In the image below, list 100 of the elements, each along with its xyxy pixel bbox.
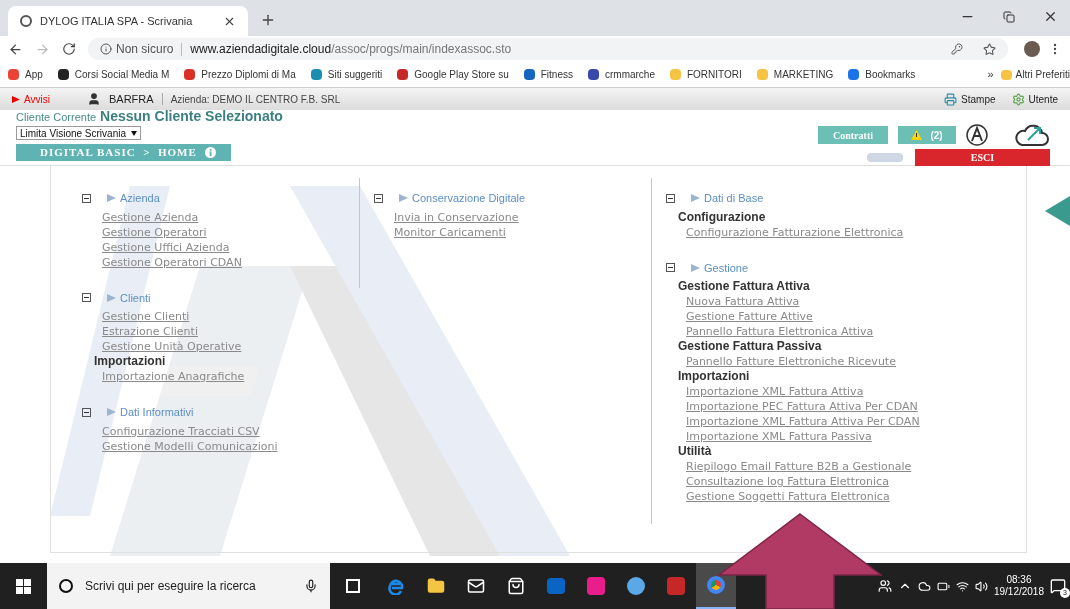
collapse-icon[interactable]: [666, 193, 675, 203]
close-icon[interactable]: [1043, 9, 1058, 24]
menu-link[interactable]: Importazione Anagrafiche: [102, 369, 245, 384]
contracts-button[interactable]: Contratti: [818, 126, 888, 144]
menu-link[interactable]: Nuova Fattura Attiva: [686, 294, 800, 309]
browser-icon: [707, 576, 725, 594]
menu-link[interactable]: Pannello Fattura Elettronica Attiva: [686, 324, 874, 339]
menu-link[interactable]: Gestione Azienda: [102, 209, 199, 225]
url-text: www.aziendadigitale.cloud/assoc/progs/main/indexassoc.sto: [190, 41, 512, 58]
section-title[interactable]: Dati Informativi: [120, 404, 194, 421]
more-bookmarks[interactable]: »: [987, 66, 994, 83]
clock[interactable]: 08:36 19/12/2018: [993, 574, 1044, 598]
user-menu-link[interactable]: Utente: [1028, 91, 1058, 107]
menu-link[interactable]: Monitor Caricamenti: [394, 224, 506, 240]
notifications-icon[interactable]: [1050, 578, 1066, 594]
bookmark[interactable]: Altri Preferiti: [1015, 67, 1070, 82]
alert-arrow-icon: [12, 95, 20, 103]
menu-link[interactable]: Gestione Operatori CDAN: [102, 254, 242, 270]
exit-button[interactable]: ESCI: [915, 149, 1050, 166]
dropdown-icon: [131, 130, 137, 136]
task-view-icon[interactable]: [346, 579, 360, 593]
bookmark[interactable]: Google Play Store su: [414, 67, 509, 82]
collapse-icon[interactable]: [82, 193, 91, 203]
menu-link[interactable]: Riepilogo Email Fatture B2B a Gestionale: [686, 459, 912, 474]
section-title[interactable]: Clienti: [120, 289, 151, 306]
triangle-icon: [107, 293, 116, 302]
section-title[interactable]: Dati di Base: [704, 190, 764, 207]
reload-icon[interactable]: [62, 42, 76, 56]
microphone-icon[interactable]: [304, 579, 318, 593]
triangle-icon: [107, 194, 116, 203]
bookmark[interactable]: Corsi Social Media M: [74, 67, 170, 82]
menu-link[interactable]: Configurazione Fatturazione Elettronica: [686, 224, 904, 240]
info-icon: [100, 43, 112, 55]
bookmark[interactable]: Bookmarks: [865, 67, 916, 82]
collapse-icon[interactable]: [666, 263, 675, 273]
bookmark[interactable]: Fitness: [540, 67, 573, 82]
print-link[interactable]: Stampe: [961, 91, 996, 107]
address-bar[interactable]: Non sicuro www.aziendadigitale.cloud/assoc/progs/main/indexassoc.sto: [88, 38, 1008, 60]
triangle-icon: [399, 194, 408, 203]
star-icon[interactable]: [983, 42, 996, 56]
section-title[interactable]: Azienda: [120, 190, 160, 207]
menu-link[interactable]: Importazione XML Fattura Attiva Per CDAN: [686, 414, 920, 429]
menu-link[interactable]: Importazione XML Fattura Attiva: [686, 384, 864, 399]
logo-icon[interactable]: [966, 124, 988, 146]
group-heading: Configurazione: [678, 209, 766, 225]
menu-link[interactable]: Consultazione log Fattura Elettronica: [686, 474, 889, 489]
bookmark[interactable]: Siti suggeriti: [327, 67, 383, 82]
mail-app-icon: [547, 578, 565, 594]
new-tab-icon[interactable]: [260, 12, 276, 28]
user-icon: [87, 92, 101, 106]
warnings-button[interactable]: (2): [898, 126, 956, 144]
avatar[interactable]: [1024, 41, 1040, 57]
menu-link[interactable]: Importazione XML Fattura Passiva: [686, 429, 872, 444]
cloud-icon[interactable]: [917, 579, 931, 593]
menu-link[interactable]: Estrazione Clienti: [102, 324, 198, 339]
volume-icon[interactable]: [974, 579, 988, 593]
bookmark[interactable]: Prezzo Diplomi di Ma: [201, 67, 296, 82]
menu-link[interactable]: Importazione PEC Fattura Attiva Per CDAN: [686, 399, 918, 414]
bookmark[interactable]: crmmarche: [604, 67, 655, 82]
key-icon[interactable]: [951, 43, 963, 55]
browser-tab[interactable]: DYLOG ITALIA SPA - Scrivania: [8, 6, 248, 36]
bookmark[interactable]: FORNITORI: [687, 67, 742, 82]
windows-icon: [16, 578, 31, 594]
menu-link[interactable]: Gestione Operatori: [102, 224, 207, 240]
section-title[interactable]: Gestione: [704, 259, 749, 276]
menu-link[interactable]: Configurazione Tracciati CSV: [102, 423, 260, 439]
collapse-icon[interactable]: [82, 407, 91, 417]
people-icon[interactable]: [877, 579, 892, 593]
back-icon[interactable]: [8, 41, 23, 57]
cloud-upload-icon[interactable]: [1014, 123, 1050, 147]
collapse-panel-icon[interactable]: [1045, 196, 1070, 226]
menu-link[interactable]: Gestione Clienti: [102, 309, 190, 324]
menu-link[interactable]: Gestione Soggetti Fattura Elettronica: [686, 489, 890, 504]
group-heading: Utilità: [678, 444, 712, 459]
restore-icon[interactable]: [1003, 10, 1015, 23]
user-name: BARFRA: [109, 91, 154, 107]
triangle-icon: [107, 408, 116, 417]
filter-select[interactable]: Limita Visione Scrivania: [16, 126, 141, 140]
wifi-icon[interactable]: [955, 579, 969, 593]
menu-link[interactable]: Invia in Conservazione: [394, 209, 519, 225]
collapse-icon[interactable]: [374, 193, 383, 203]
tab-title: DYLOG ITALIA SPA - Scrivania: [40, 13, 194, 29]
bookmark[interactable]: App: [25, 67, 43, 82]
site-icon: [20, 15, 32, 27]
folder-icon: [427, 577, 445, 595]
collapse-icon[interactable]: [82, 293, 91, 303]
group-heading: Importazioni: [678, 369, 750, 384]
menu-link[interactable]: Gestione Unità Operative: [102, 339, 242, 354]
bag-icon: [507, 577, 525, 595]
bookmark[interactable]: MARKETING: [773, 67, 834, 82]
menu-link[interactable]: Gestione Modelli Comunicazioni: [102, 438, 278, 454]
menu-link[interactable]: Pannello Fatture Elettroniche Ricevute: [686, 354, 896, 369]
search-field[interactable]: Scrivi qui per eseguire la ricerca: [47, 563, 330, 609]
menu-link[interactable]: Gestione Uffici Azienda: [102, 239, 230, 255]
alerts-link[interactable]: Avvisi: [24, 91, 50, 107]
mail-icon: [467, 577, 485, 595]
section-title[interactable]: Conservazione Digitale: [412, 190, 526, 207]
gear-icon: [1011, 92, 1025, 106]
breadcrumb-text[interactable]: DIGITAL BASIC > HOME: [40, 144, 197, 161]
menu-link[interactable]: Gestione Fatture Attive: [686, 309, 813, 324]
